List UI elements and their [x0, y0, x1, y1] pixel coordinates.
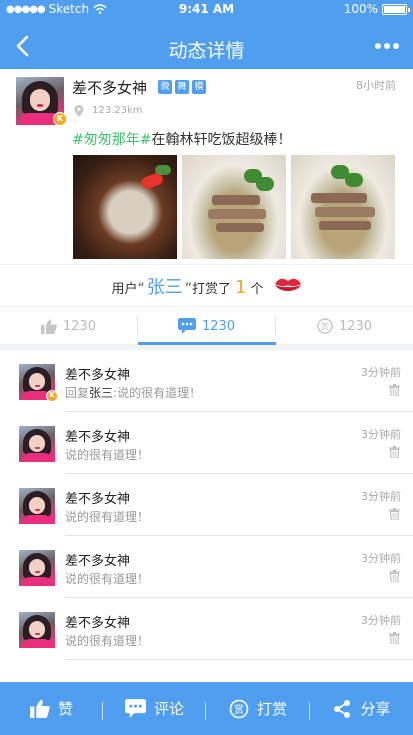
vip-badge-icon: K — [53, 112, 67, 126]
svg-text:赏: 赏 — [234, 704, 244, 716]
commenter-name[interactable]: 差不多女神 — [65, 364, 130, 383]
comment-text: 回复张三:说的很有道理！ — [65, 384, 201, 401]
page-title: 动态详情 — [168, 40, 245, 62]
share-icon — [334, 699, 351, 718]
comment-text: 说的很有道理！ — [65, 448, 150, 462]
comment-list: K 差不多女神 回复张三:说的很有道理！ 3分钟前 差不多女神 说的很有道理！ … — [0, 350, 413, 682]
share-label: 分享 — [360, 700, 391, 718]
reward-close-quote: ” — [184, 281, 193, 297]
lips-gift-icon — [275, 278, 301, 291]
topic-hashtag[interactable]: #匆匆那年# — [72, 132, 151, 148]
comment-icon — [177, 318, 196, 334]
commenter-avatar[interactable] — [19, 426, 55, 462]
commenter-name[interactable]: 差不多女神 — [65, 612, 130, 631]
comment-body: :说的很有道理！ — [113, 386, 202, 400]
comment-label: 评论 — [153, 700, 184, 718]
comment-item[interactable]: 差不多女神 说的很有道理！ 3分钟前 — [0, 598, 413, 660]
comment-time: 3分钟前 — [361, 614, 401, 627]
location-distance: 123.23km — [92, 105, 143, 116]
comment-time: 3分钟前 — [361, 490, 401, 503]
reply-prefix: 回复 — [65, 386, 90, 400]
comment-text: 说的很有道理！ — [65, 510, 150, 524]
reward-button[interactable]: 赏 打赏 — [206, 682, 310, 735]
interaction-tabs: 1230 1230 赏 1230 — [0, 306, 413, 345]
trash-icon[interactable] — [389, 384, 400, 396]
comment-text: 说的很有道理！ — [65, 634, 150, 648]
battery-icon — [382, 3, 410, 15]
post-text: 在翰林轩吃饭超级棒！ — [151, 132, 292, 148]
reward-coin-icon: 赏 — [229, 699, 249, 718]
comment-icon — [124, 699, 146, 718]
tab-rewards[interactable]: 赏 1230 — [276, 307, 413, 345]
battery-percent: 100% — [343, 2, 378, 16]
trash-icon[interactable] — [389, 570, 400, 582]
author-tags: 微 舞 模 — [158, 80, 206, 94]
reward-count: 1 — [235, 277, 247, 298]
thumbs-up-icon — [40, 319, 57, 334]
svg-text:赏: 赏 — [321, 321, 329, 331]
battery-group: 100% — [343, 2, 410, 16]
like-button[interactable]: 赞 — [0, 682, 103, 735]
commenter-name[interactable]: 差不多女神 — [65, 488, 130, 507]
post-photo-3[interactable] — [291, 155, 395, 259]
post-photo-1[interactable] — [73, 155, 177, 259]
more-options-icon[interactable] — [375, 38, 401, 54]
reward-unit: 个 — [250, 282, 264, 297]
tag-mo: 模 — [192, 80, 206, 94]
comment-button[interactable]: 评论 — [103, 682, 206, 735]
nav-bar: 动态详情 — [0, 24, 413, 68]
trash-icon[interactable] — [389, 508, 400, 520]
reward-summary: 用户 “ 张三 ” 打赏了 1 个 — [0, 264, 413, 306]
active-tab-indicator — [138, 342, 276, 345]
row-divider — [65, 659, 413, 660]
location-pin-icon — [74, 105, 84, 117]
reward-coin-icon: 赏 — [317, 318, 333, 334]
post-card: K 差不多女神 微 舞 模 8小时前 123.23km #匆匆那年#在翰林轩吃饭… — [0, 69, 413, 264]
tab-comments[interactable]: 1230 — [138, 307, 275, 345]
trash-icon[interactable] — [389, 446, 400, 458]
action-bar: 赞 评论 赏 打赏 分享 — [0, 682, 413, 735]
comment-item[interactable]: 差不多女神 说的很有道理！ 3分钟前 — [0, 536, 413, 598]
reward-prefix: 用户 — [111, 282, 138, 297]
reward-user[interactable]: 张三 — [147, 273, 183, 299]
post-photo-2[interactable] — [182, 155, 286, 259]
tag-wu: 舞 — [175, 80, 189, 94]
like-label: 赞 — [57, 700, 73, 718]
commenter-name[interactable]: 差不多女神 — [65, 550, 130, 569]
comment-time: 3分钟前 — [361, 428, 401, 441]
comment-item[interactable]: K 差不多女神 回复张三:说的很有道理！ 3分钟前 — [0, 350, 413, 412]
rewards-count: 1230 — [338, 318, 373, 334]
share-button[interactable]: 分享 — [310, 682, 413, 735]
likes-count: 1230 — [62, 318, 97, 334]
commenter-avatar[interactable] — [19, 550, 55, 586]
reward-open-quote: “ — [137, 281, 145, 297]
reply-target[interactable]: 张三 — [89, 386, 113, 400]
tag-wei: 微 — [158, 80, 172, 94]
tab-likes[interactable]: 1230 — [0, 307, 137, 345]
header: ●●●●● Sketch 9:41 AM 100% 动态详情 — [0, 0, 413, 69]
comments-count: 1230 — [201, 318, 236, 334]
comment-time: 3分钟前 — [361, 552, 401, 565]
comment-time: 3分钟前 — [361, 366, 401, 379]
reward-label: 打赏 — [256, 700, 287, 718]
comment-text: 说的很有道理！ — [65, 572, 150, 586]
post-time: 8小时前 — [356, 79, 396, 92]
commenter-avatar[interactable] — [19, 488, 55, 524]
trash-icon[interactable] — [389, 632, 400, 644]
commenter-avatar[interactable] — [19, 612, 55, 648]
thumbs-up-icon — [29, 699, 50, 718]
commenter-name[interactable]: 差不多女神 — [65, 426, 130, 445]
vip-badge-icon: K — [46, 390, 58, 402]
comment-item[interactable]: 差不多女神 说的很有道理！ 3分钟前 — [0, 412, 413, 474]
comment-item[interactable]: 差不多女神 说的很有道理！ 3分钟前 — [0, 474, 413, 536]
reward-text: 用户 “ 张三 ” 打赏了 1 个 — [0, 273, 413, 299]
status-bar: ●●●●● Sketch 9:41 AM 100% — [0, 0, 413, 18]
author-name[interactable]: 差不多女神 — [72, 77, 147, 98]
post-content: #匆匆那年#在翰林轩吃饭超级棒！ — [72, 129, 291, 149]
reward-action: 打赏了 — [192, 282, 232, 297]
